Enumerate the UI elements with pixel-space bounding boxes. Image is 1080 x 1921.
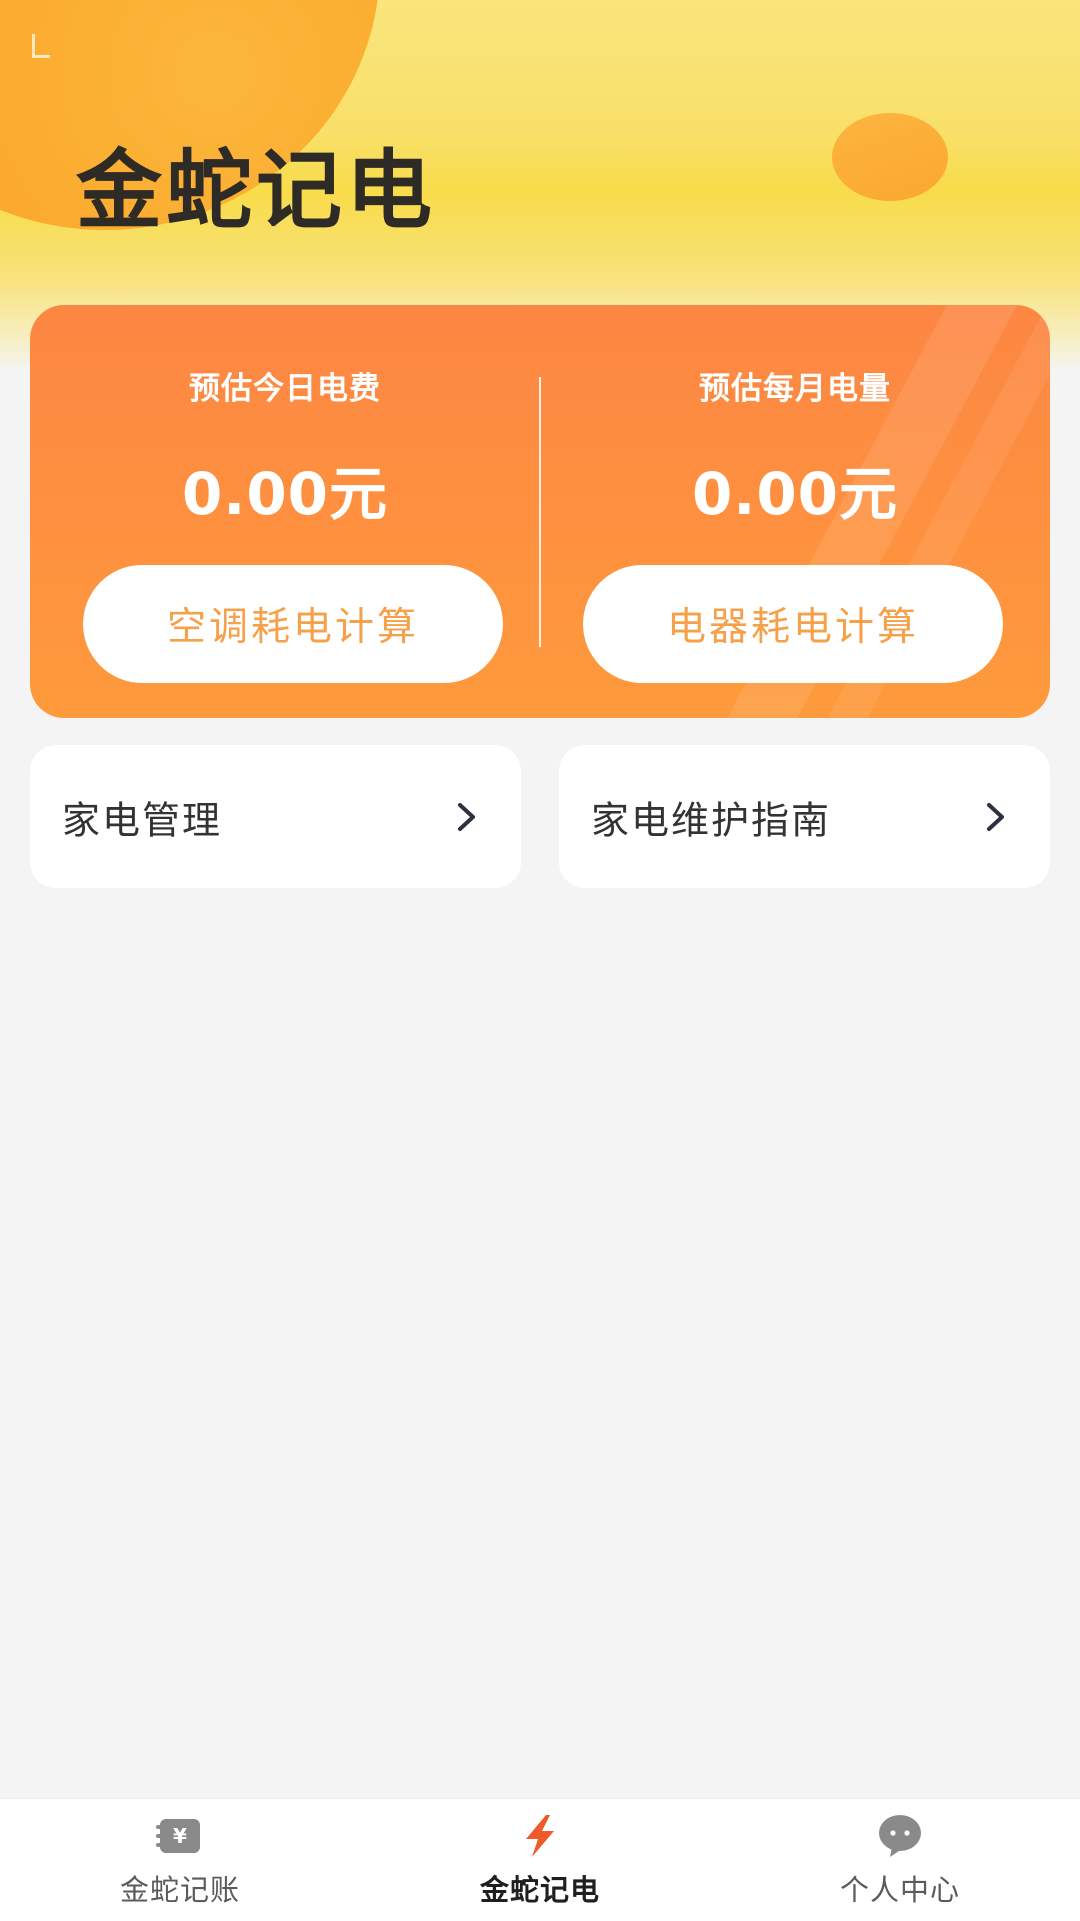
today-cost-value: 0.00元 — [181, 460, 389, 528]
estimate-card: 预估今日电费 0.00元 空调耗电计算 预估每月电量 0.00元 电器耗电计算 — [30, 305, 1050, 718]
chevron-right-icon — [458, 802, 475, 831]
monthly-usage-section: 预估每月电量 0.00元 电器耗电计算 — [540, 305, 1050, 718]
maintenance-guide-label: 家电维护指南 — [591, 798, 832, 842]
nav-label-electricity: 金蛇记电 — [479, 1873, 600, 1907]
appliance-management-label: 家电管理 — [62, 798, 223, 842]
today-cost-section: 预估今日电费 0.00元 空调耗电计算 — [30, 305, 540, 718]
chat-bubble-icon — [879, 1815, 921, 1857]
nav-label-profile: 个人中心 — [839, 1873, 960, 1907]
svg-text:¥: ¥ — [173, 1824, 187, 1848]
ledger-icon: ¥ — [156, 1819, 200, 1853]
monthly-usage-label: 预估每月电量 — [689, 363, 901, 412]
appliance-power-calc-button[interactable]: 电器耗电计算 — [583, 565, 1003, 683]
maintenance-guide-link[interactable]: 家电维护指南 — [559, 745, 1050, 888]
nav-item-ledger[interactable]: ¥ 金蛇记账 — [0, 1799, 360, 1921]
appliance-management-link[interactable]: 家电管理 — [30, 745, 521, 888]
nav-item-electricity[interactable]: 金蛇记电 — [360, 1799, 720, 1921]
chevron-right-icon — [987, 802, 1004, 831]
nav-item-profile[interactable]: 个人中心 — [720, 1799, 1080, 1921]
decorative-circle-small — [832, 113, 948, 201]
monthly-usage-value: 0.00元 — [691, 460, 899, 528]
status-indicator-icon — [32, 34, 50, 58]
today-cost-label: 预估今日电费 — [179, 363, 391, 412]
lightning-icon — [526, 1815, 554, 1857]
bottom-navigation: ¥ 金蛇记账 金蛇记电 个人中心 — [0, 1798, 1080, 1921]
page-title: 金蛇记电 — [76, 141, 436, 241]
ac-power-calc-button[interactable]: 空调耗电计算 — [83, 565, 503, 683]
nav-label-ledger: 金蛇记账 — [119, 1873, 240, 1907]
